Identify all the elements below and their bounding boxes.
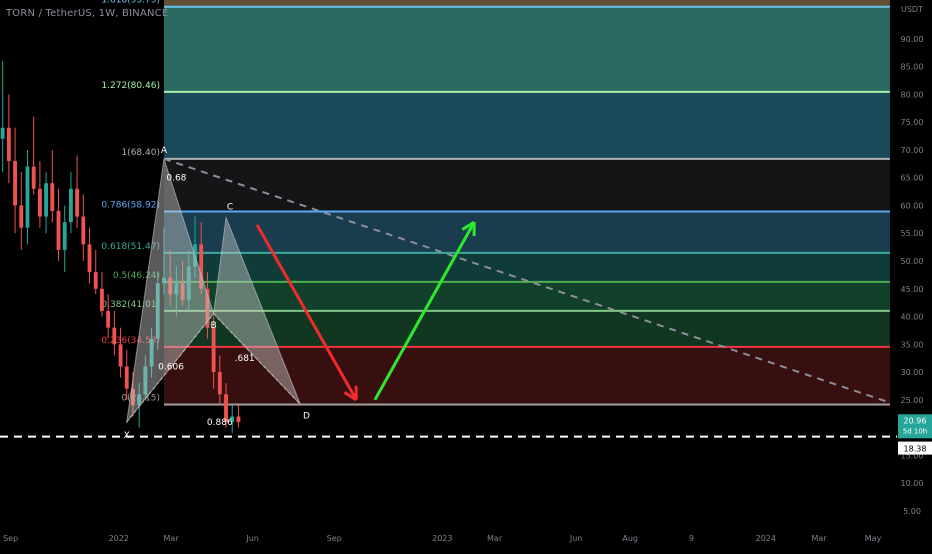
candle-body (44, 183, 48, 216)
candle-body (19, 205, 23, 227)
candle-body (63, 222, 67, 250)
pattern-ratio-label: 0.606 (158, 362, 184, 372)
candle-body (13, 161, 17, 205)
y-tick-label: 45.00 (901, 285, 924, 294)
candle-body (218, 372, 222, 394)
y-tick-label: 40.00 (901, 313, 924, 322)
candle-body (119, 344, 123, 366)
x-tick-label: 2023 (432, 534, 452, 543)
x-tick-label: 2022 (109, 534, 129, 543)
y-tick-label: 10.00 (901, 479, 924, 488)
fib-zone (164, 7, 890, 92)
pattern-ratio-label: 0.886 (207, 418, 233, 428)
candle-body (100, 289, 104, 311)
y-tick-label: 50.00 (901, 257, 924, 266)
y-tick-label: 70.00 (901, 146, 924, 155)
fib-zone (164, 159, 890, 212)
candle-body (88, 244, 92, 272)
x-tick-label: Jun (569, 534, 583, 543)
candle-body (50, 183, 54, 211)
fib-zone-top (164, 0, 890, 7)
fib-zone (164, 92, 890, 159)
candle-body (57, 211, 61, 250)
tradingview-chart[interactable]: 1.618(95.79) 1.272(80.46) 1(68.40) 0.786(58… (0, 0, 932, 550)
price-tag-support-label: 18.38 (904, 445, 927, 454)
y-tick-label: 65.00 (901, 174, 924, 183)
x-tick-label: Mar (164, 534, 180, 543)
y-tick-label: 5.00 (903, 507, 921, 516)
candle-body (32, 167, 36, 189)
fib-level-label: 1.272(80.46) (101, 81, 160, 91)
candle-body (1, 128, 5, 139)
y-axis-unit: USDT (901, 5, 923, 14)
y-tick-label: 90.00 (901, 35, 924, 44)
candle-body (237, 416, 241, 422)
pattern-ratio-label: 0.68 (166, 173, 186, 183)
y-tick-label: 35.00 (901, 340, 924, 349)
y-tick-label: 30.00 (901, 368, 924, 377)
candle-body (81, 217, 85, 245)
pattern-point-label: A (161, 146, 168, 156)
candle-body (106, 311, 110, 328)
pattern-point-label: B (211, 321, 217, 331)
pattern-ratio-label: .681 (235, 354, 255, 364)
pattern-point-label: C (227, 203, 233, 213)
x-tick-label: May (865, 534, 882, 543)
x-tick-label: Sep (3, 534, 18, 543)
y-tick-label: 60.00 (901, 201, 924, 210)
fib-zone (164, 282, 890, 311)
chart-area[interactable]: 1.618(95.79) 1.272(80.46) 1(68.40) 0.786(58… (0, 0, 932, 550)
price-tag-countdown: 5d 10h (903, 427, 927, 435)
candle-body (26, 167, 30, 228)
y-tick-label: 55.00 (901, 229, 924, 238)
candle-body (212, 328, 216, 372)
fib-level-label: 0.786(58.92) (101, 200, 160, 210)
candle-body (112, 328, 116, 345)
symbol-header: TORN / TetherUS, 1W, BINANCE (6, 8, 168, 19)
x-tick-label: Aug (622, 534, 638, 543)
price-tag-current-label: 20.96 (904, 416, 927, 425)
x-tick-label: 9 (689, 534, 694, 543)
x-tick-label: 2024 (756, 534, 776, 543)
candle-body (38, 189, 42, 217)
x-tick-label: Mar (487, 534, 503, 543)
pattern-point-label: D (303, 412, 310, 422)
fib-zone (164, 211, 890, 252)
x-tick-label: Mar (811, 534, 827, 543)
candle-body (69, 189, 73, 222)
y-tick-label: 75.00 (901, 118, 924, 127)
candle-body (7, 128, 11, 161)
y-tick-label: 80.00 (901, 90, 924, 99)
fib-level-label: 1.618(95.79) (101, 0, 160, 6)
fib-level-label: 1(68.40) (121, 148, 160, 158)
x-tick-label: Sep (327, 534, 342, 543)
x-tick-label: Jun (245, 534, 259, 543)
fib-zone (164, 253, 890, 282)
candle-body (75, 189, 79, 217)
y-tick-label: 85.00 (901, 63, 924, 72)
candle-body (125, 367, 129, 389)
candle-body (94, 272, 98, 289)
y-tick-label: 25.00 (901, 396, 924, 405)
